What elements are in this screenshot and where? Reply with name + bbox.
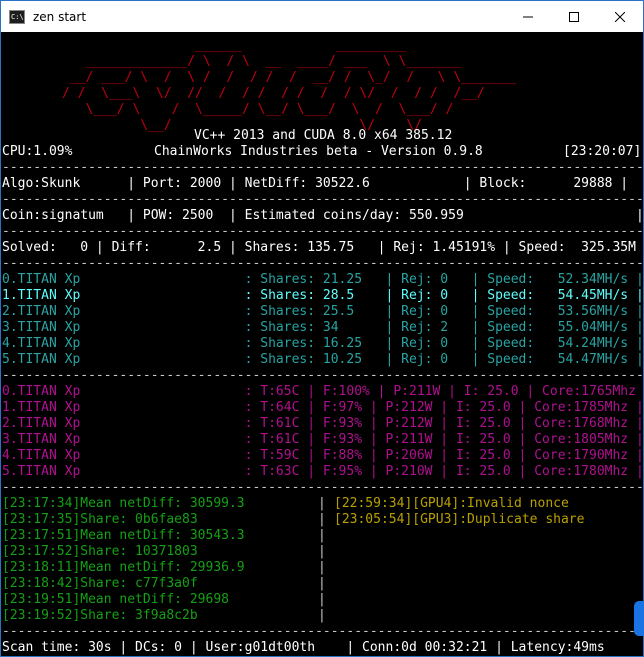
maximize-icon: [569, 11, 579, 22]
banner-line: _____________/ \ / \ __ ____/ ___ \ \___…: [62, 54, 462, 69]
close-button[interactable]: [597, 1, 643, 32]
build-info: VC++ 2013 and CUDA 8.0 x64 385.12: [194, 128, 453, 143]
gpu-stat-row: 1.TITAN Xp : T:64C | F:97% | P:212W | I:…: [2, 400, 642, 415]
coin-line: Coin:signatum | POW: 2500 | Estimated co…: [2, 208, 642, 223]
window-title: zen start: [33, 9, 87, 24]
cpu-usage: CPU:1.09%: [2, 144, 73, 159]
log-divider: |: [318, 592, 326, 607]
banner-line: ______ _________: [62, 38, 407, 53]
title-bar[interactable]: C:\. zen start: [1, 1, 643, 32]
minimize-icon: [523, 16, 533, 17]
log-divider: |: [318, 560, 326, 575]
banner-line: \___/ \ / \_____/ \__/ \___/ \ / \___/ /: [62, 102, 454, 117]
log-divider: |: [318, 576, 326, 591]
gpu-stat-row: 3.TITAN Xp : T:61C | F:93% | P:211W | I:…: [2, 432, 642, 447]
console-window: C:\. zen start ______ _________ ________…: [0, 0, 644, 657]
solved-line: Solved: 0 | Diff: 2.5 | Shares: 135.75 |…: [2, 240, 636, 255]
separator: ----------------------------------------…: [2, 160, 642, 175]
log-entry: [23:18:11]Mean netDiff: 29936.9: [2, 560, 245, 575]
gpu-stat-row: 2.TITAN Xp : T:61C | F:93% | P:212W | I:…: [2, 416, 642, 431]
cmd-icon: C:\.: [9, 9, 28, 24]
scrollbar-thumb[interactable]: [634, 601, 644, 636]
gpu-stat-row: 0.TITAN Xp : T:65C | F:100% | P:211W | I…: [2, 384, 642, 399]
gpu-share-row: 0.TITAN Xp : Shares: 21.25 | Rej: 0 | Sp…: [2, 272, 642, 287]
log-entry: [23:19:52]Share: 3f9a8c2b: [2, 608, 198, 623]
log-divider: |: [318, 496, 326, 511]
banner-line: / / \___\ \/ // / / / / / / / \/ / / / /…: [62, 86, 485, 101]
separator: ----------------------------------------…: [2, 224, 642, 239]
log-divider: |: [318, 608, 326, 623]
log-entry: [23:17:51]Mean netDiff: 30543.3: [2, 528, 245, 543]
log-divider: |: [318, 528, 326, 543]
gpu-share-row: 5.TITAN Xp : Shares: 10.25 | Rej: 0 | Sp…: [2, 352, 642, 367]
log-entry: [23:18:42]Share: c77f3a0f: [2, 576, 198, 591]
separator: ----------------------------------------…: [2, 480, 642, 495]
separator: ----------------------------------------…: [2, 256, 642, 271]
gpu-stat-row: 4.TITAN Xp : T:59C | F:88% | P:206W | I:…: [2, 448, 642, 463]
version-info: ChainWorks Industries beta - Version 0.9…: [154, 144, 483, 159]
log-entry: [23:17:35]Share: 0b6fae83: [2, 512, 198, 527]
status-line: Scan time: 30s | DCs: 0 | User:g01dt00th…: [2, 640, 605, 655]
log-divider: |: [318, 512, 326, 527]
gpu-share-row: 2.TITAN Xp : Shares: 25.5 | Rej: 0 | Spe…: [2, 304, 642, 319]
log-entry: [23:19:51]Mean netDiff: 29698: [2, 592, 229, 607]
gpu-share-row: 1.TITAN Xp : Shares: 28.5 | Rej: 0 | Spe…: [2, 288, 642, 303]
separator: ----------------------------------------…: [2, 624, 642, 639]
close-icon: [615, 11, 625, 22]
log-entry: [23:17:34]Mean netDiff: 30599.3: [2, 496, 245, 511]
gpu-stat-row: 5.TITAN Xp : T:63C | F:95% | P:210W | I:…: [2, 464, 642, 479]
separator: ----------------------------------------…: [2, 368, 642, 383]
separator: ----------------------------------------…: [2, 192, 642, 207]
warning-entry: [23:05:54][GPU3]:Duplicate share: [334, 512, 585, 527]
console-output[interactable]: ______ _________ _____________/ \ / \ __…: [2, 32, 642, 656]
log-entry: [23:17:52]Share: 10371803: [2, 544, 198, 559]
warning-entry: [22:59:34][GPU4]:Invalid nonce: [334, 496, 569, 511]
banner-line: __/ ___/ \ / \ / / / / / __/ / \_/ / \ \…: [62, 70, 516, 85]
log-divider: |: [318, 544, 326, 559]
gpu-share-row: 3.TITAN Xp : Shares: 34 | Rej: 2 | Speed…: [2, 320, 642, 335]
clock: [23:20:07]: [563, 144, 642, 159]
gpu-share-row: 4.TITAN Xp : Shares: 16.25 | Rej: 0 | Sp…: [2, 336, 642, 351]
algo-line: Algo:Skunk | Port: 2000 | NetDiff: 30522…: [2, 176, 629, 191]
maximize-button[interactable]: [551, 1, 597, 32]
minimize-button[interactable]: [505, 1, 551, 32]
